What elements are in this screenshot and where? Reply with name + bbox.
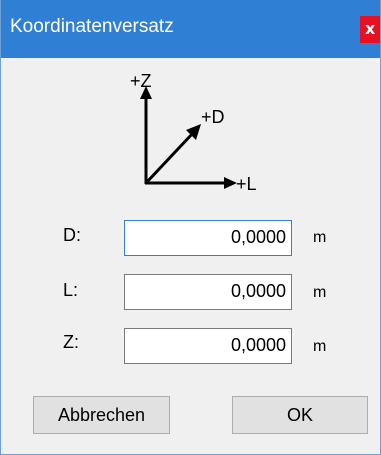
ok-button[interactable]: OK bbox=[232, 396, 368, 434]
close-button[interactable]: x bbox=[360, 16, 380, 43]
coordinate-offset-dialog: Koordinatenversatz x +Z +D +L D: 0,0000 … bbox=[0, 0, 381, 455]
title-bar[interactable]: Koordinatenversatz x bbox=[1, 0, 380, 58]
cancel-button[interactable]: Abbrechen bbox=[33, 396, 170, 434]
z-unit-label: m bbox=[313, 338, 327, 355]
d-unit-label: m bbox=[313, 229, 327, 246]
d-offset-input[interactable]: 0,0000 bbox=[124, 220, 292, 256]
z-field-label: Z: bbox=[63, 332, 79, 352]
axis-diagram: +Z +D +L bbox=[121, 66, 271, 196]
l-axis-label: +L bbox=[236, 174, 257, 194]
z-offset-input[interactable]: 0,0000 bbox=[124, 328, 292, 364]
d-field-label: D: bbox=[63, 225, 81, 245]
d-axis-label: +D bbox=[201, 107, 225, 127]
z-axis-label: +Z bbox=[130, 71, 152, 91]
close-icon: x bbox=[365, 19, 376, 38]
l-unit-label: m bbox=[313, 284, 327, 301]
l-offset-input[interactable]: 0,0000 bbox=[124, 274, 292, 310]
l-field-label: L: bbox=[63, 280, 79, 300]
window-title: Koordinatenversatz bbox=[10, 16, 174, 37]
